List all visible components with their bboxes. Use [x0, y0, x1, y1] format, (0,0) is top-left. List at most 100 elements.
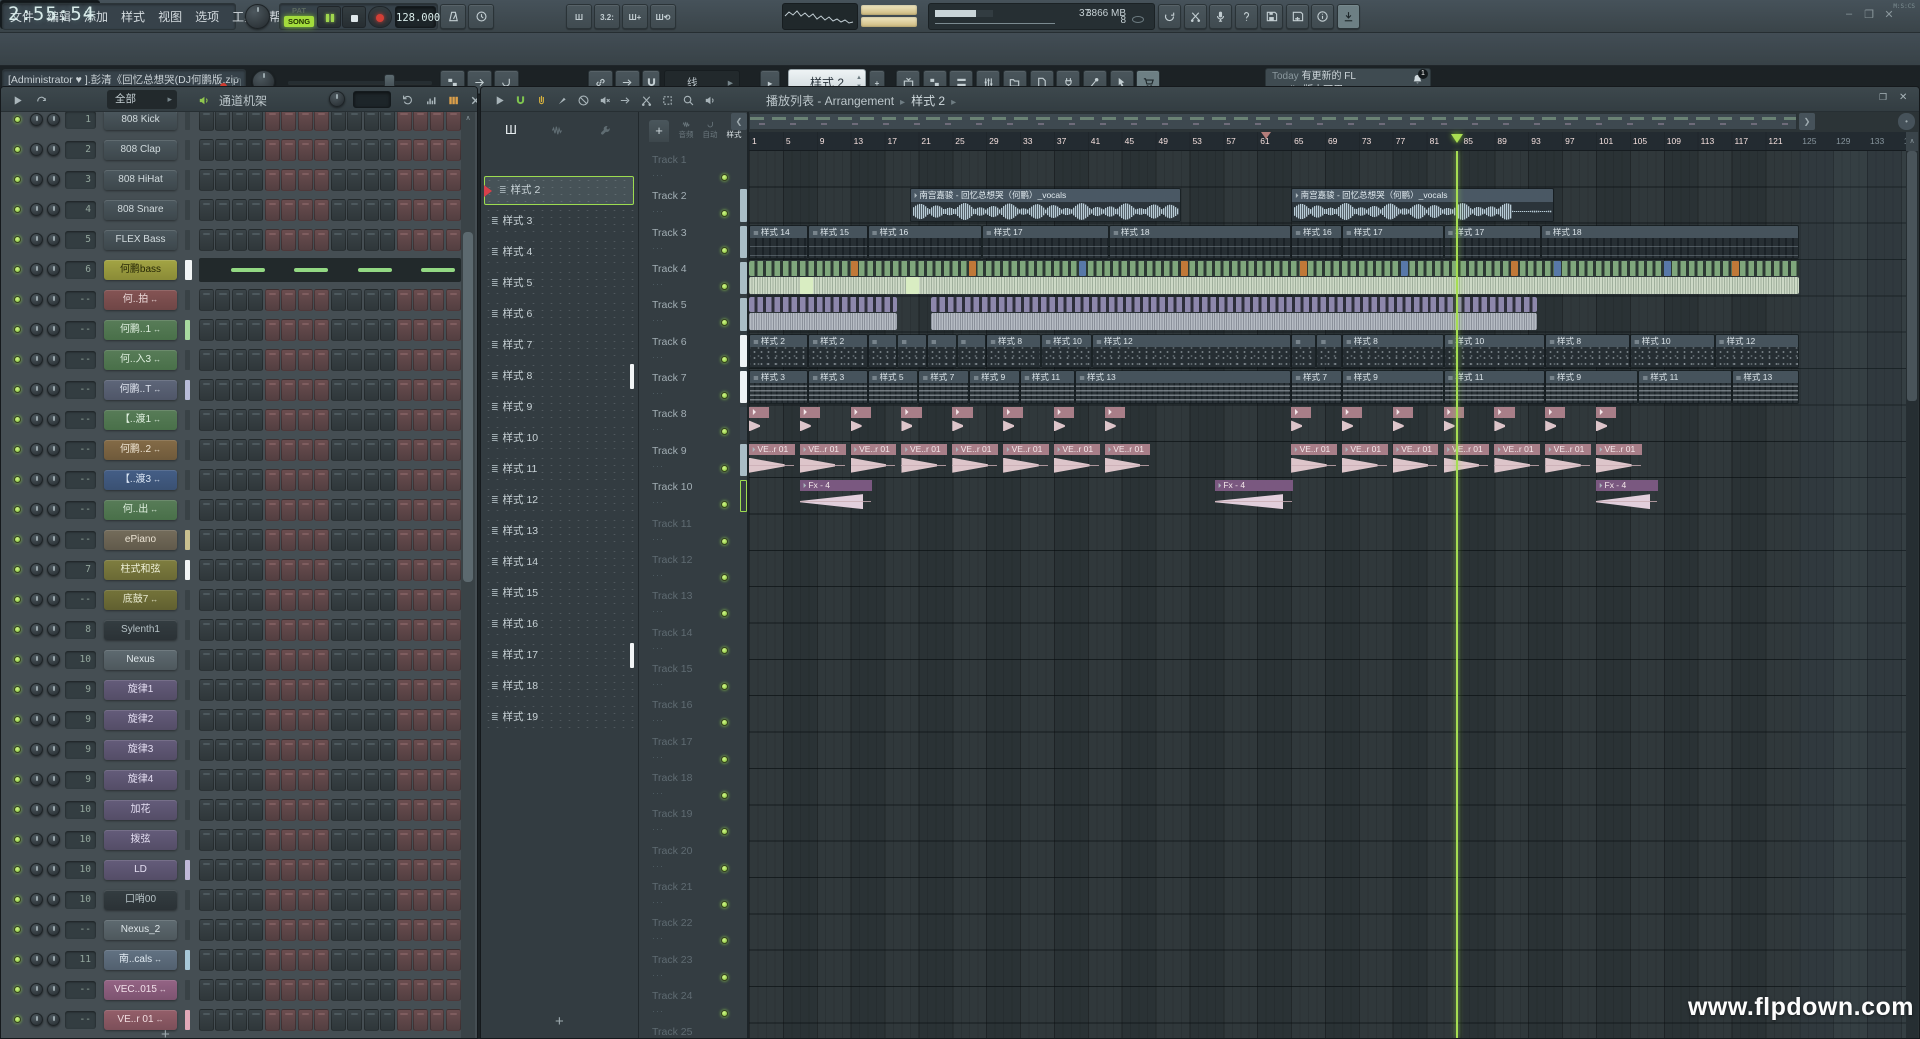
step-cell[interactable]	[232, 919, 247, 941]
scroll-up-icon[interactable]: ∧	[463, 114, 473, 126]
channel-led[interactable]	[14, 926, 21, 933]
step-cell[interactable]	[199, 739, 214, 761]
step-cell[interactable]	[215, 139, 230, 161]
close-button[interactable]: ✕	[1882, 8, 1896, 21]
step-cell[interactable]	[364, 409, 379, 431]
audio-clip[interactable]: ⏵VE..r 01	[1291, 444, 1337, 474]
step-cell[interactable]	[232, 769, 247, 791]
step-cell[interactable]	[397, 679, 412, 701]
channel-mute-strip[interactable]	[185, 290, 190, 310]
step-cell[interactable]	[413, 319, 428, 341]
step-cell[interactable]	[232, 889, 247, 911]
minimize-button[interactable]: –	[1842, 8, 1856, 21]
step-cell[interactable]	[199, 439, 214, 461]
step-cell[interactable]	[232, 949, 247, 971]
step-cell[interactable]	[265, 589, 280, 611]
channel-mute-strip[interactable]	[185, 680, 190, 700]
pattern-clip[interactable]: ≣	[927, 334, 957, 368]
channel-mute-strip[interactable]	[185, 230, 190, 250]
step-cell[interactable]	[281, 589, 296, 611]
step-cell[interactable]	[215, 439, 230, 461]
channel-mute-strip[interactable]	[185, 350, 190, 370]
step-cell[interactable]	[446, 229, 461, 251]
pattern-clip[interactable]: ≣样式 16	[868, 225, 982, 259]
step-cell[interactable]	[430, 169, 445, 191]
step-cell[interactable]	[265, 739, 280, 761]
close-icon[interactable]	[469, 92, 478, 110]
step-cell[interactable]	[397, 469, 412, 491]
step-cell[interactable]	[364, 919, 379, 941]
step-cell[interactable]	[199, 679, 214, 701]
step-cell[interactable]	[314, 469, 329, 491]
step-cell[interactable]	[199, 709, 214, 731]
step-cell[interactable]	[248, 949, 263, 971]
step-cell[interactable]	[314, 889, 329, 911]
step-cell[interactable]	[215, 319, 230, 341]
step-cell[interactable]	[199, 559, 214, 581]
step-cell[interactable]	[397, 112, 412, 131]
step-cell[interactable]	[265, 979, 280, 1001]
step-cell[interactable]	[215, 889, 230, 911]
pattern-clip[interactable]: ≣样式 3	[749, 370, 808, 404]
step-cell[interactable]	[248, 799, 263, 821]
mixer-route-box[interactable]: --	[65, 381, 96, 399]
step-cell[interactable]	[199, 1009, 214, 1031]
channel-mute-strip[interactable]	[185, 530, 190, 550]
step-cell[interactable]	[430, 589, 445, 611]
step-cell[interactable]	[430, 649, 445, 671]
mixer-route-box[interactable]: 1	[65, 112, 96, 129]
step-cell[interactable]	[347, 769, 362, 791]
channel-mute-strip[interactable]	[185, 710, 190, 730]
channel-pan-knob[interactable]	[30, 803, 43, 816]
step-cell[interactable]	[232, 739, 247, 761]
stab-clip[interactable]: ⏵	[1545, 407, 1565, 433]
channel-volume-knob[interactable]	[47, 803, 60, 816]
step-cell[interactable]	[413, 1009, 428, 1031]
step-cell[interactable]	[430, 559, 445, 581]
channel-rack-titlebar[interactable]: 全部▸ 通道机架	[1, 87, 477, 112]
step-cell[interactable]	[364, 589, 379, 611]
channel-led[interactable]	[14, 386, 21, 393]
step-cell[interactable]	[314, 679, 329, 701]
step-cell[interactable]	[413, 889, 428, 911]
step-cell[interactable]	[298, 889, 313, 911]
pattern-clip[interactable]: ≣样式 13	[1732, 370, 1800, 404]
channel-pan-knob[interactable]	[30, 833, 43, 846]
step-cell[interactable]	[232, 499, 247, 521]
step-cell[interactable]	[265, 919, 280, 941]
step-cell[interactable]	[265, 229, 280, 251]
step-cell[interactable]	[199, 769, 214, 791]
step-cell[interactable]	[314, 169, 329, 191]
step-cell[interactable]	[364, 289, 379, 311]
step-cell[interactable]	[331, 439, 346, 461]
step-cell[interactable]	[347, 169, 362, 191]
pattern-clip[interactable]: ≣样式 16	[1291, 225, 1342, 259]
step-cell[interactable]	[265, 949, 280, 971]
pattern-clip[interactable]: ≣	[957, 334, 987, 368]
saveplus-button[interactable]	[1286, 4, 1309, 29]
step-cell[interactable]	[199, 139, 214, 161]
step-cell[interactable]	[380, 529, 395, 551]
step-cell[interactable]	[281, 559, 296, 581]
channel-button[interactable]: 何鹏..2↔	[104, 440, 177, 460]
channel-button[interactable]: 底鼓7↔	[104, 590, 177, 610]
step-cell[interactable]	[232, 319, 247, 341]
stab-clip[interactable]: ⏵	[1054, 407, 1074, 433]
pattern-clip[interactable]: ≣样式 8	[986, 334, 1041, 368]
time-display[interactable]: 2:55:54M:S:CS	[0, 0, 100, 29]
step-cell[interactable]	[314, 199, 329, 221]
step-cell[interactable]	[413, 112, 428, 131]
channel-led[interactable]	[14, 326, 21, 333]
step-cell[interactable]	[446, 199, 461, 221]
step-cell[interactable]	[314, 859, 329, 881]
channel-volume-knob[interactable]	[47, 113, 60, 126]
channel-volume-knob[interactable]	[47, 743, 60, 756]
channel-pan-knob[interactable]	[30, 923, 43, 936]
step-cell[interactable]	[380, 919, 395, 941]
step-cell[interactable]	[413, 919, 428, 941]
step-cell[interactable]	[215, 409, 230, 431]
step-cell[interactable]	[248, 529, 263, 551]
pattern-clip[interactable]: ≣样式 2	[749, 334, 808, 368]
step-cell[interactable]	[430, 949, 445, 971]
step-cell[interactable]	[380, 349, 395, 371]
